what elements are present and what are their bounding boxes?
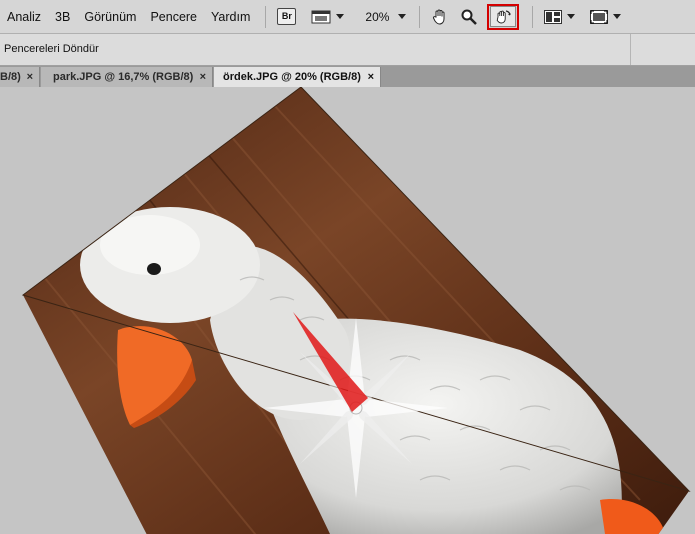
mini-bridge-button[interactable] — [311, 6, 345, 28]
rotated-photo — [21, 87, 691, 534]
document-tab-ordek[interactable]: ördek.JPG @ 20% (RGB/8) × — [214, 67, 381, 87]
film-icon — [311, 10, 331, 23]
tab-label: ördek.JPG @ 20% (RGB/8) — [223, 71, 361, 83]
chevron-down-icon — [567, 14, 576, 19]
menu-bar: Analiz 3B Görünüm Pencere Yardım Br 20% — [0, 0, 695, 34]
chevron-down-icon — [336, 14, 345, 19]
menu-pencere[interactable]: Pencere — [143, 0, 204, 34]
chevron-down-icon — [398, 14, 407, 19]
zoom-tool-button[interactable] — [460, 6, 478, 28]
divider — [265, 5, 267, 28]
screen-mode-icon — [590, 9, 609, 24]
rotate-view-frame — [490, 6, 517, 27]
tab-label: B/8) — [0, 71, 21, 83]
divider — [419, 5, 421, 28]
document-tab-park[interactable]: park.JPG @ 16,7% (RGB/8) × — [41, 67, 213, 87]
divider — [532, 5, 534, 28]
document-tab-previous[interactable]: B/8) × — [0, 67, 40, 87]
options-bar: Pencereleri Döndür — [0, 34, 695, 66]
menu-gorunum[interactable]: Görünüm — [77, 0, 143, 34]
bridge-button[interactable]: Br — [277, 6, 297, 28]
document-tab-bar: B/8) × park.JPG @ 16,7% (RGB/8) × ördek.… — [0, 66, 695, 87]
divider — [630, 34, 631, 65]
photo-content — [23, 87, 689, 534]
screen-mode-button[interactable] — [590, 6, 622, 28]
menu-3b[interactable]: 3B — [48, 0, 77, 34]
document-canvas[interactable] — [0, 87, 695, 534]
rotate-hand-icon — [497, 9, 512, 23]
rotate-view-highlight — [487, 3, 520, 30]
layout-icon — [544, 9, 563, 24]
bridge-label: Br — [277, 8, 297, 25]
menu-yardim[interactable]: Yardım — [204, 0, 257, 34]
zoom-level-value: 20% — [365, 9, 390, 24]
hand-tool-button[interactable] — [431, 6, 449, 28]
close-icon[interactable]: × — [200, 67, 206, 87]
chevron-down-icon — [613, 14, 622, 19]
arrange-documents-button[interactable] — [544, 6, 576, 28]
close-icon[interactable]: × — [27, 67, 33, 87]
hand-icon — [433, 9, 445, 25]
magnifier-icon — [461, 9, 478, 25]
zoom-level-select[interactable]: 20% — [365, 6, 407, 28]
menu-analiz[interactable]: Analiz — [0, 0, 48, 34]
close-icon[interactable]: × — [368, 67, 374, 87]
rotate-all-windows-label[interactable]: Pencereleri Döndür — [4, 43, 99, 55]
tab-label: park.JPG @ 16,7% (RGB/8) — [53, 71, 194, 83]
rotate-view-tool-button[interactable] — [487, 3, 520, 30]
